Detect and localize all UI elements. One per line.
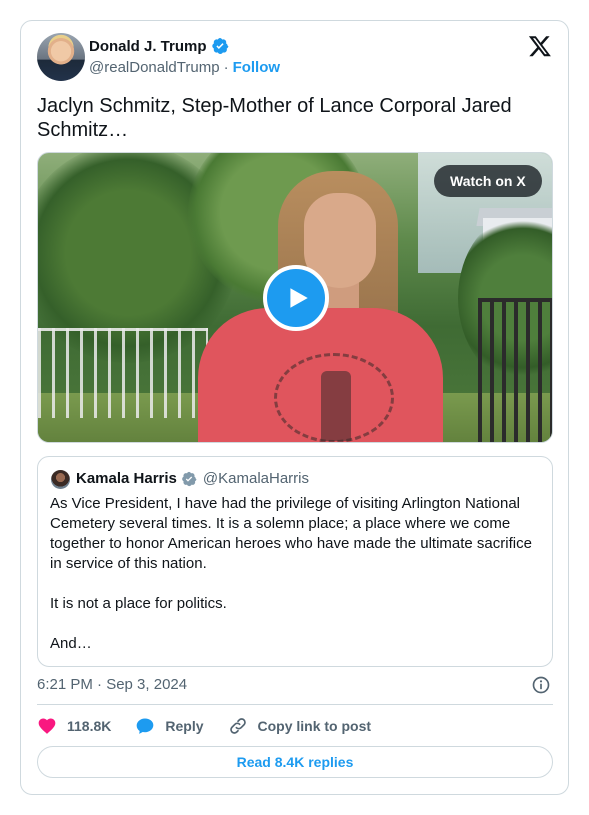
read-replies-button[interactable]: Read 8.4K replies — [37, 746, 553, 778]
author-name-row: Donald J. Trump — [89, 37, 229, 55]
copy-link-label: Copy link to post — [257, 718, 372, 734]
action-bar: 118.8K Reply Copy link to post — [37, 714, 395, 738]
like-count: 118.8K — [67, 718, 112, 734]
x-logo-icon[interactable] — [528, 34, 552, 58]
follow-button[interactable]: Follow — [233, 59, 281, 76]
video-thumbnail[interactable]: Watch on X — [37, 152, 553, 443]
white-fence — [38, 328, 208, 418]
author-avatar[interactable] — [37, 33, 85, 81]
gray-verified-badge-icon — [182, 471, 197, 486]
verified-badge-icon — [211, 37, 228, 55]
heart-icon — [38, 718, 56, 734]
author-name[interactable]: Donald J. Trump — [89, 38, 207, 55]
quoted-author-name[interactable]: Kamala Harris — [76, 470, 177, 487]
play-button[interactable] — [263, 265, 329, 331]
tweet-text: Jaclyn Schmitz, Step-Mother of Lance Cor… — [37, 95, 512, 141]
divider — [37, 704, 553, 705]
play-icon — [290, 288, 308, 308]
quoted-tweet[interactable]: Kamala Harris @KamalaHarris As Vice Pres… — [37, 456, 553, 667]
quoted-paragraph: As Vice President, I have had the privil… — [50, 495, 532, 572]
author-handle-row: @realDonaldTrump · Follow — [89, 59, 280, 76]
author-handle[interactable]: @realDonaldTrump — [89, 59, 220, 76]
quoted-paragraph: It is not a place for politics. — [50, 595, 227, 612]
quoted-author-avatar[interactable] — [51, 470, 70, 489]
iron-fence — [478, 298, 552, 442]
reply-button[interactable]: Reply — [135, 716, 204, 736]
tweet-timestamp[interactable]: 6:21 PM · Sep 3, 2024 — [37, 676, 187, 693]
like-button[interactable]: 118.8K — [37, 716, 111, 736]
separator-dot: · — [223, 59, 229, 76]
reply-label: Reply — [165, 718, 204, 734]
quoted-tweet-text: As Vice President, I have had the privil… — [50, 494, 542, 654]
quoted-author-row: Kamala Harris @KamalaHarris — [76, 470, 309, 487]
quoted-paragraph: And… — [50, 635, 92, 652]
info-icon[interactable] — [531, 675, 551, 695]
copy-link-button[interactable]: Copy link to post — [228, 716, 372, 736]
watch-on-x-button[interactable]: Watch on X — [434, 165, 542, 197]
quoted-author-handle[interactable]: @KamalaHarris — [203, 470, 309, 487]
shirt-graphic-figure — [321, 371, 351, 441]
reply-bubble-icon — [137, 718, 154, 734]
link-icon — [229, 718, 246, 734]
